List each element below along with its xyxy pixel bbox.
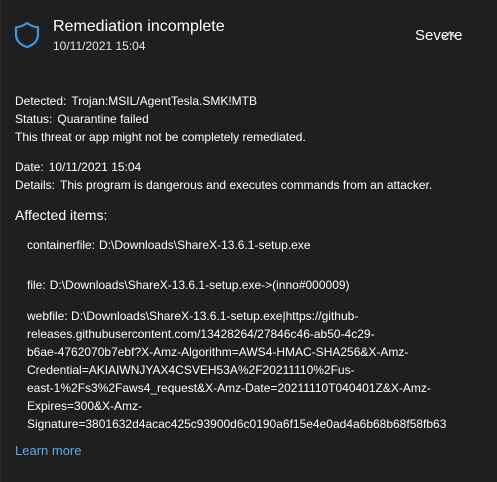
date-label: Date: [15,160,44,174]
webfile-line: Signature=3801632d4acac425c93900d6c0190a… [27,417,447,431]
item-value: D:\Downloads\ShareX-13.6.1-setup.exe [99,238,311,252]
affected-item: file: D:\Downloads\ShareX-13.6.1-setup.ex… [27,278,350,292]
affected-items-title: Affected items: [15,207,108,223]
item-label: containerfile: [27,238,96,252]
learn-more-link[interactable]: Learn more [15,443,81,458]
status-row: Status: Quarantine failed [15,112,149,126]
threat-title: Remediation incomplete [53,18,225,35]
status-note: This threat or app might not be complete… [15,130,306,144]
threat-timestamp: 10/11/2021 15:04 [53,39,146,53]
webfile-line: east-1%2Fs3%2Faws4_request&X-Amz-Date=20… [27,381,431,395]
item-label: file: [27,278,46,292]
webfile-line: webfile: D:\Downloads\ShareX-13.6.1-setu… [27,309,359,323]
webfile-line: releases.githubusercontent.com/13428264/… [27,327,375,341]
status-label: Status: [15,112,53,126]
item-value: D:\Downloads\ShareX-13.6.1-setup.exe->(i… [49,278,350,292]
threat-details-card: Remediation incomplete 10/11/2021 15:04 … [0,0,497,482]
date-row: Date: 10/11/2021 15:04 [15,160,141,174]
item-label: webfile: [27,309,68,323]
detected-label: Detected: [15,94,67,108]
webfile-line: Credential=AKIAIWNJYAX4CSVEH53A%2F202111… [27,363,355,377]
details-label: Details: [15,178,56,192]
chevron-up-icon[interactable] [440,28,460,42]
details-row: Details: This program is dangerous and ex… [15,178,432,192]
details-value: This program is dangerous and executes c… [60,178,433,192]
webfile-line: Expires=300&X-Amz- [27,399,143,413]
affected-item-webfile: webfile: D:\Downloads\ShareX-13.6.1-setu… [27,307,487,433]
date-value: 10/11/2021 15:04 [48,160,142,174]
webfile-line: b6ae-4762070b7ebf?X-Amz-Algorithm=AWS4-H… [27,345,409,359]
detected-row: Detected: Trojan:MSIL/AgentTesla.SMK!MTB [15,94,257,108]
detected-value: Trojan:MSIL/AgentTesla.SMK!MTB [71,94,257,108]
threat-header[interactable]: Remediation incomplete 10/11/2021 15:04 … [1,0,497,72]
status-value: Quarantine failed [57,112,149,126]
shield-icon [14,21,40,49]
affected-item: containerfile: D:\Downloads\ShareX-13.6.1… [27,238,311,252]
